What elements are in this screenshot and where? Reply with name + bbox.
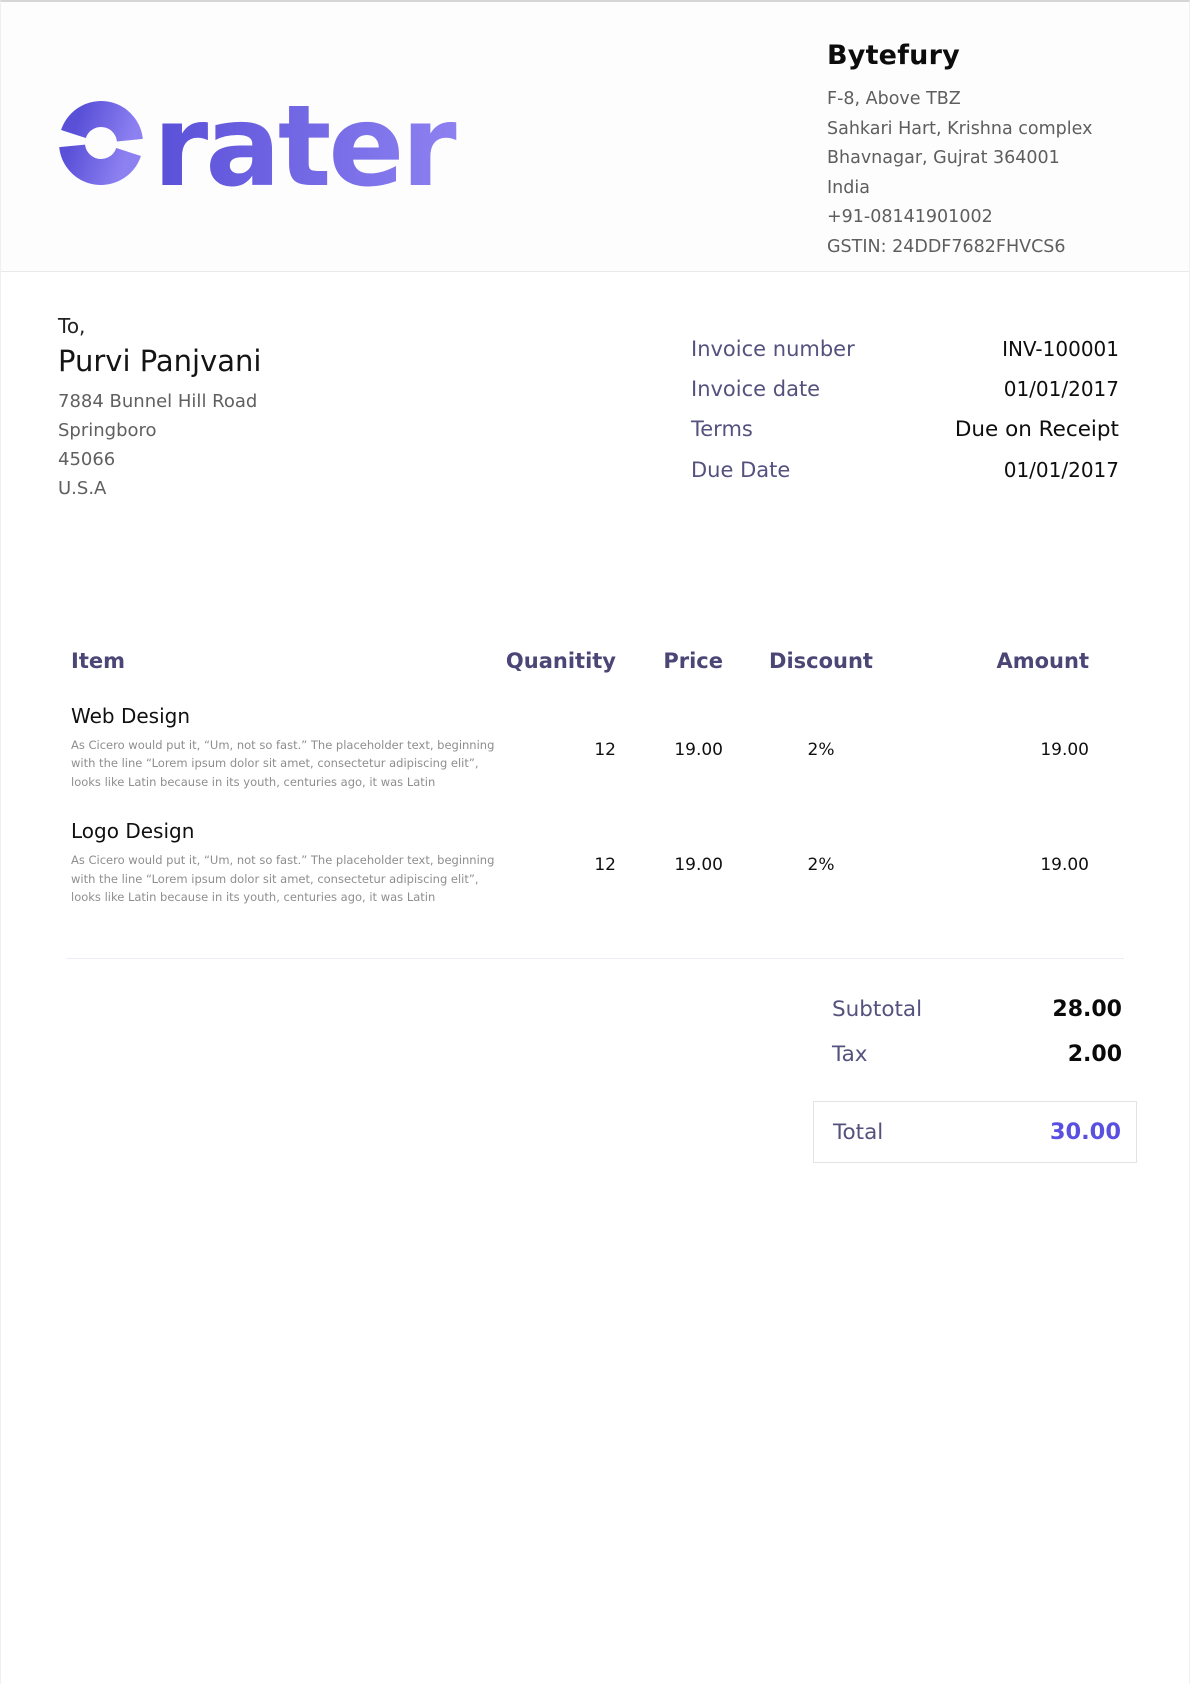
due-date-row: Due Date 01/01/2017 xyxy=(691,458,1119,482)
customer-address-line: 7884 Bunnel Hill Road xyxy=(58,387,261,416)
crater-wordmark-text: rater xyxy=(153,82,456,203)
column-header-price: Price xyxy=(616,649,723,673)
company-phone: +91-08141901002 xyxy=(827,203,1127,233)
company-address-line: F-8, Above TBZ xyxy=(827,85,1127,115)
item-cell: Logo Design As Cicero would put it, “Um,… xyxy=(71,819,501,906)
subtotal-row: Subtotal 28.00 xyxy=(813,997,1137,1022)
company-address-line: Bhavnagar, Gujrat 364001 xyxy=(827,144,1127,174)
terms-row: Terms Due on Receipt xyxy=(691,417,1119,442)
column-header-discount: Discount xyxy=(723,649,919,673)
total-value: 30.00 xyxy=(1050,1119,1121,1145)
item-description: As Cicero would put it, “Um, not so fast… xyxy=(71,851,499,906)
company-name: Bytefury xyxy=(827,40,1127,71)
company-address-line: Sahkari Hart, Krishna complex xyxy=(827,115,1127,145)
invoice-header: rater Bytefury F-8, Above TBZ Sahkari Ha… xyxy=(1,2,1189,272)
company-info: Bytefury F-8, Above TBZ Sahkari Hart, Kr… xyxy=(827,2,1127,271)
table-row: Logo Design As Cicero would put it, “Um,… xyxy=(66,819,1124,934)
tax-label: Tax xyxy=(832,1042,867,1067)
invoice-date-value: 01/01/2017 xyxy=(1004,377,1119,401)
column-header-amount: Amount xyxy=(919,649,1124,673)
item-description: As Cicero would put it, “Um, not so fast… xyxy=(71,736,499,791)
column-header-quantity: Quanitity xyxy=(501,649,616,673)
terms-value: Due on Receipt xyxy=(955,417,1119,442)
item-discount: 2% xyxy=(723,740,919,791)
invoice-page: rater Bytefury F-8, Above TBZ Sahkari Ha… xyxy=(0,0,1190,1684)
company-address-line: India xyxy=(827,174,1127,204)
table-row: Web Design As Cicero would put it, “Um, … xyxy=(66,704,1124,819)
tax-row: Tax 2.00 xyxy=(813,1042,1137,1067)
due-date-label: Due Date xyxy=(691,458,790,482)
tax-value: 2.00 xyxy=(1068,1042,1122,1067)
customer-name: Purvi Panjvani xyxy=(58,344,261,378)
terms-label: Terms xyxy=(691,417,753,441)
crater-logo: rater xyxy=(49,81,491,207)
totals-section: Subtotal 28.00 Tax 2.00 Total 30.00 xyxy=(813,997,1137,1163)
customer-address-line: 45066 xyxy=(58,445,261,474)
subtotal-label: Subtotal xyxy=(832,997,922,1022)
item-quantity: 12 xyxy=(501,740,616,791)
invoice-number-row: Invoice number INV-100001 xyxy=(691,337,1119,361)
invoice-date-label: Invoice date xyxy=(691,377,820,401)
parties-section: To, Purvi Panjvani 7884 Bunnel Hill Road… xyxy=(1,272,1189,503)
items-table-header: Item Quanitity Price Discount Amount xyxy=(66,649,1124,704)
invoice-number-value: INV-100001 xyxy=(1002,337,1119,361)
item-quantity: 12 xyxy=(501,855,616,906)
customer-address-line: U.S.A xyxy=(58,474,261,503)
total-box: Total 30.00 xyxy=(813,1101,1137,1163)
company-gstin: GSTIN: 24DDF7682FHVCS6 xyxy=(827,233,1127,263)
bill-to-block: To, Purvi Panjvani 7884 Bunnel Hill Road… xyxy=(58,314,261,503)
item-amount: 19.00 xyxy=(919,855,1124,906)
item-name: Logo Design xyxy=(71,819,501,843)
item-cell: Web Design As Cicero would put it, “Um, … xyxy=(71,704,501,791)
total-label: Total xyxy=(833,1120,883,1145)
item-name: Web Design xyxy=(71,704,501,728)
column-header-item: Item xyxy=(71,649,501,673)
item-price: 19.00 xyxy=(616,855,723,906)
crater-c-mark xyxy=(64,106,137,179)
invoice-meta: Invoice number INV-100001 Invoice date 0… xyxy=(691,314,1119,503)
invoice-number-label: Invoice number xyxy=(691,337,855,361)
item-amount: 19.00 xyxy=(919,740,1124,791)
crater-logo-image: rater xyxy=(49,81,491,203)
item-discount: 2% xyxy=(723,855,919,906)
due-date-value: 01/01/2017 xyxy=(1004,458,1119,482)
subtotal-value: 28.00 xyxy=(1052,997,1122,1022)
customer-address-line: Springboro xyxy=(58,416,261,445)
items-table: Item Quanitity Price Discount Amount Web… xyxy=(66,649,1124,959)
invoice-date-row: Invoice date 01/01/2017 xyxy=(691,377,1119,401)
bill-to-label: To, xyxy=(58,314,261,338)
item-price: 19.00 xyxy=(616,740,723,791)
